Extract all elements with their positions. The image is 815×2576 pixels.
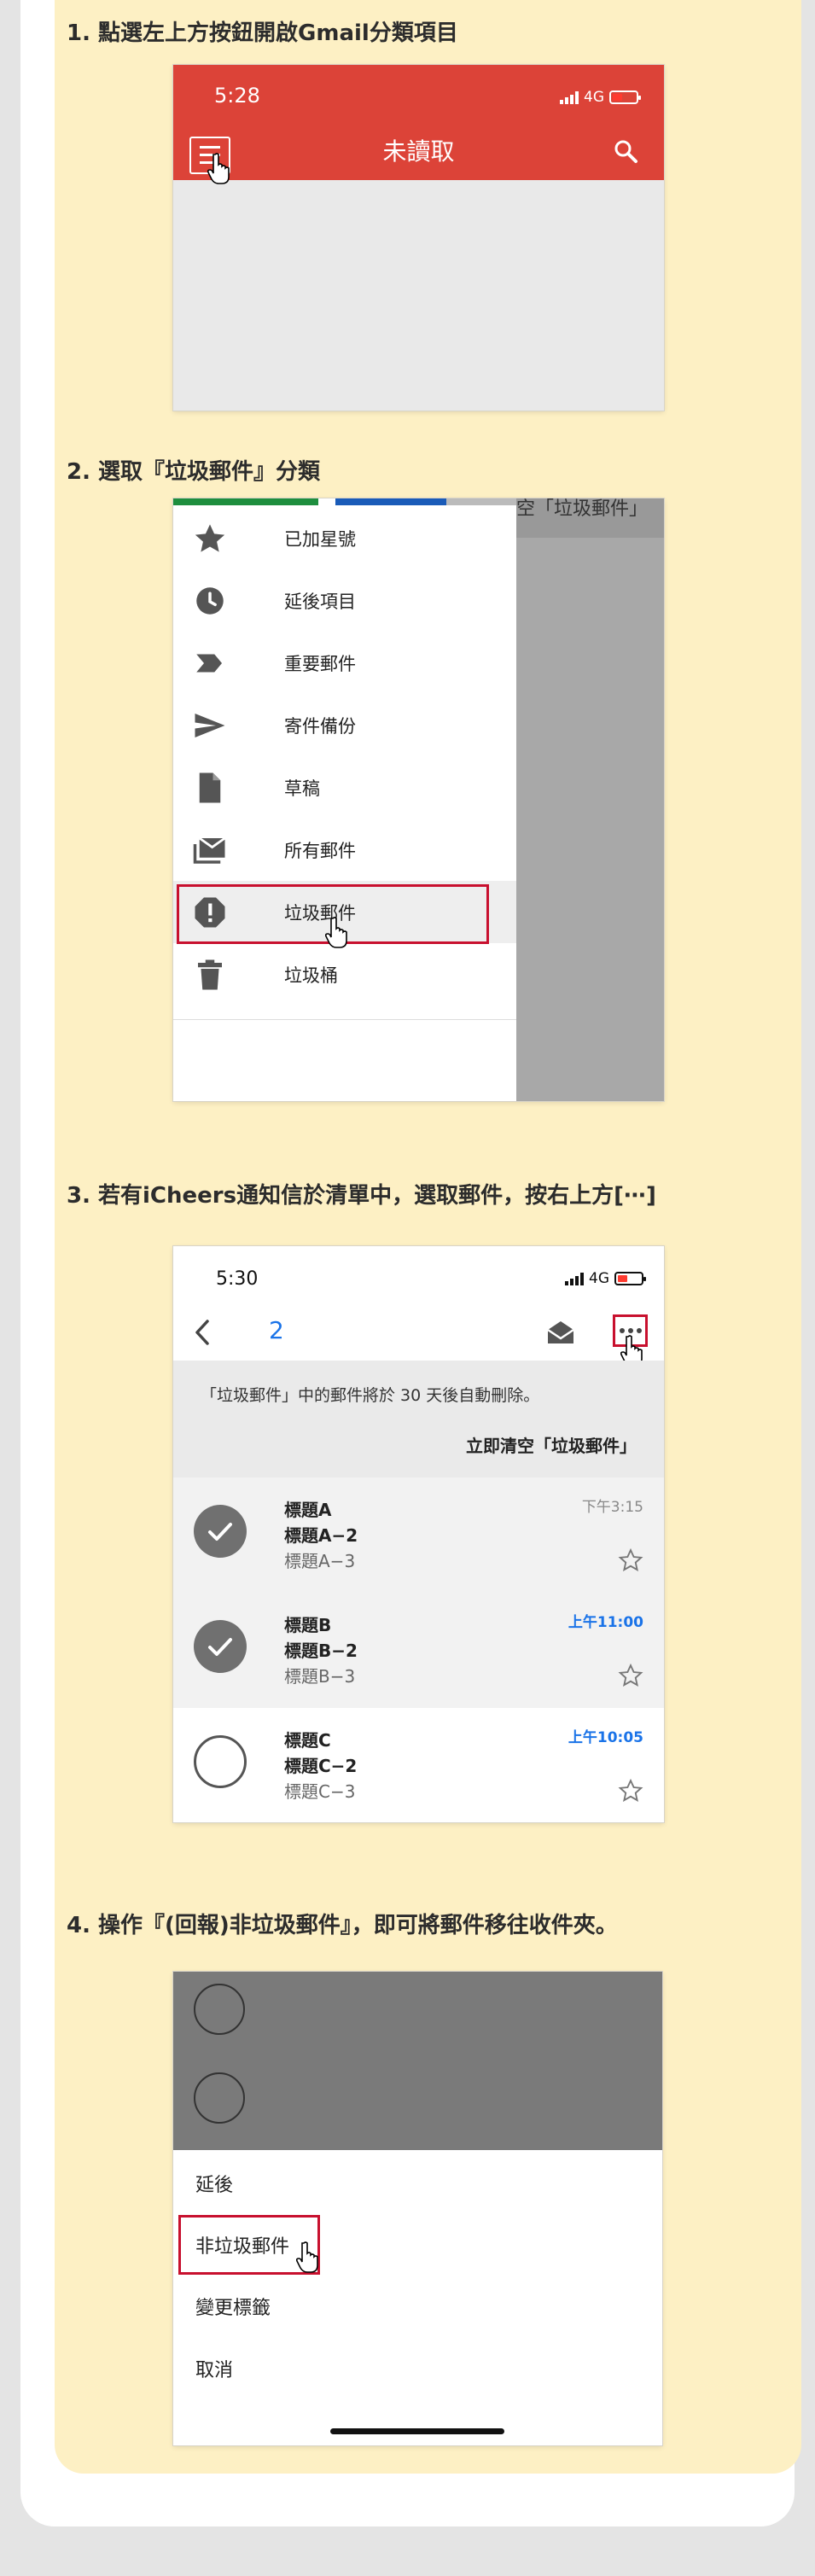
drawer-item-all-mail[interactable]: 所有郵件	[173, 819, 516, 881]
category-color-strip	[173, 498, 516, 505]
signal-icon	[560, 90, 579, 104]
drawer-item-starred[interactable]: 已加星號	[173, 507, 516, 569]
status-time: 5:28	[214, 84, 260, 108]
mark-read-icon[interactable]	[545, 1320, 576, 1345]
send-icon	[195, 713, 225, 737]
step-3-screenshot: 5:30 4G 2 「垃圾郵件」中的郵件將於 30 天後自動刪除。 立即清空「垃…	[173, 1246, 664, 1822]
check-icon	[208, 1638, 232, 1656]
drawer-divider	[173, 1019, 516, 1020]
battery-icon	[609, 90, 641, 104]
status-time: 5:30	[216, 1268, 259, 1290]
star-outline-icon[interactable]	[618, 1547, 643, 1573]
trash-icon	[198, 959, 222, 989]
dimmed-background: 空「垃圾郵件」	[516, 498, 664, 1101]
spam-notice-banner: 「垃圾郵件」中的郵件將於 30 天後自動刪除。 立即清空「垃圾郵件」	[173, 1361, 664, 1477]
selected-count: 2	[269, 1316, 284, 1344]
clock-icon	[196, 586, 224, 615]
step-2-title: 2. 選取『垃圾郵件』分類	[67, 459, 321, 485]
dimmed-mail-list	[173, 1972, 662, 2150]
mail-time: 上午11:00	[568, 1614, 643, 1631]
star-outline-icon[interactable]	[618, 1778, 643, 1804]
step-2-screenshot: 空「垃圾郵件」 已加星號 延後項目 重要郵件 寄件備份 草稿 所有郵件 垃圾郵件…	[173, 498, 664, 1101]
star-icon	[195, 523, 225, 552]
mailbox-title: 未讀取	[382, 137, 455, 166]
selected-check[interactable]	[194, 1620, 247, 1673]
network-label: 4G	[584, 89, 604, 106]
hand-cursor-icon	[296, 2241, 318, 2273]
selected-check[interactable]	[194, 1505, 247, 1558]
mail-row[interactable]: 標題C 標題C−2 標題C−3 上午10:05	[173, 1708, 664, 1822]
drawer-item-important[interactable]: 重要郵件	[173, 632, 516, 694]
hand-cursor-icon	[325, 917, 347, 948]
battery-icon	[614, 1272, 646, 1285]
drawer-item-sent[interactable]: 寄件備份	[173, 694, 516, 756]
back-icon[interactable]	[190, 1316, 216, 1349]
check-icon	[208, 1523, 232, 1541]
step-1-title: 1. 點選左上方按鈕開啟Gmail分類項目	[67, 20, 458, 46]
menu-item-change-labels[interactable]: 變更標籤	[195, 2293, 271, 2320]
mail-row[interactable]: 標題A 標題A−2 標題A−3 下午3:15	[173, 1477, 664, 1593]
all-mail-icon	[193, 836, 226, 864]
important-icon	[196, 654, 222, 672]
drawer-item-snoozed[interactable]: 延後項目	[173, 569, 516, 632]
step-4-screenshot: 延後 非垃圾郵件 變更標籤 取消	[173, 1972, 662, 2445]
step-3-title: 3. 若有iCheers通知信於清單中，選取郵件，按右上方[⋯]	[67, 1183, 656, 1209]
mail-row[interactable]: 標題B 標題B−2 標題B−3 上午11:00	[173, 1593, 664, 1708]
empty-spam-button[interactable]: 立即清空「垃圾郵件」	[466, 1432, 637, 1457]
step-1-screenshot: 5:28 4G 未讀取	[173, 65, 664, 411]
step-4-title: 4. 操作『(回報)非垃圾郵件』，即可將郵件移往收件夾。	[67, 1913, 618, 1938]
menu-item-cancel[interactable]: 取消	[195, 2355, 233, 2382]
signal-icon	[565, 1272, 584, 1285]
star-outline-icon[interactable]	[618, 1663, 643, 1688]
status-indicators: 4G	[565, 1270, 646, 1287]
draft-icon	[199, 772, 221, 802]
select-circle[interactable]	[194, 1735, 247, 1788]
menu-item-snooze[interactable]: 延後	[195, 2170, 233, 2197]
status-indicators: 4G	[560, 89, 641, 106]
drawer-item-trash[interactable]: 垃圾桶	[173, 943, 516, 1005]
mail-list-area	[173, 180, 664, 411]
spam-notice-text: 「垃圾郵件」中的郵件將於 30 天後自動刪除。	[201, 1386, 540, 1405]
empty-spam-partial: 空「垃圾郵件」	[516, 498, 649, 520]
network-label: 4G	[589, 1270, 609, 1287]
mail-time: 下午3:15	[581, 1499, 643, 1516]
hand-cursor-icon	[207, 153, 230, 184]
select-circle	[194, 1984, 245, 2035]
search-icon[interactable]	[613, 138, 638, 164]
navigation-drawer: 已加星號 延後項目 重要郵件 寄件備份 草稿 所有郵件 垃圾郵件 垃圾桶	[173, 498, 516, 1101]
drawer-item-drafts[interactable]: 草稿	[173, 756, 516, 819]
select-circle	[194, 2072, 245, 2124]
home-indicator	[330, 2428, 504, 2434]
mail-time: 上午10:05	[568, 1729, 643, 1746]
gmail-app-bar: 5:28 4G 未讀取	[173, 65, 664, 180]
